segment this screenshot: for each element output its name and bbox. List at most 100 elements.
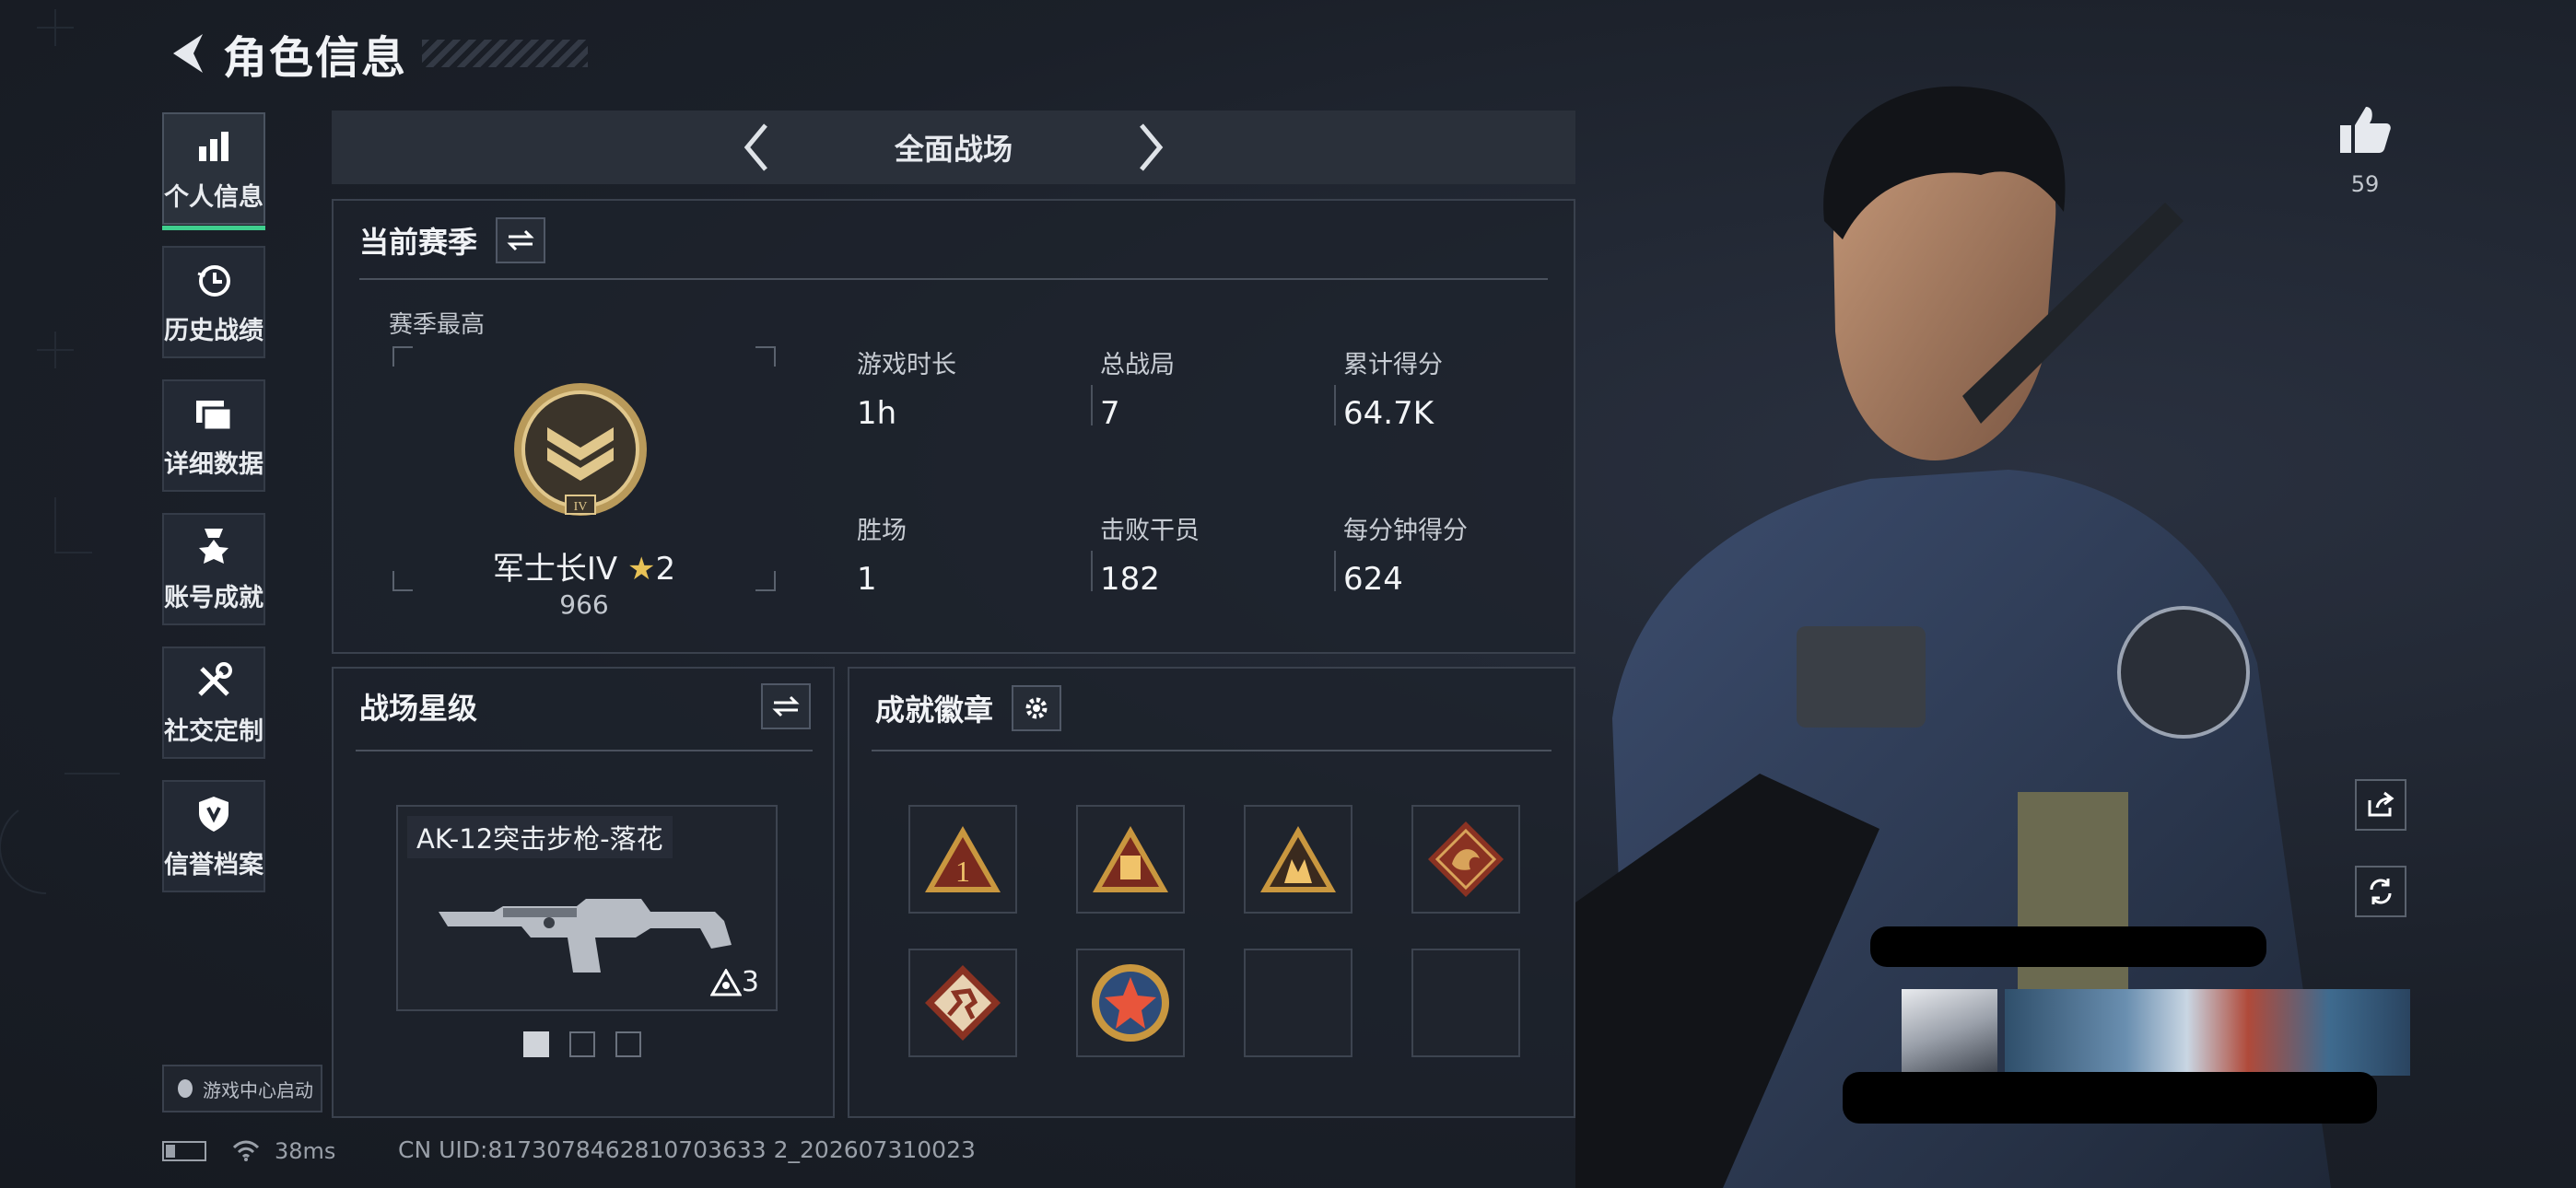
- weapon-card[interactable]: AK-12突击步枪-落花 3: [396, 805, 778, 1011]
- share-button[interactable]: [2355, 779, 2406, 831]
- rank-stars: 2: [655, 551, 676, 588]
- player-uid: CN UID:8173078462810703633 2_20260731002…: [398, 1136, 976, 1163]
- badge-settings-button[interactable]: [1012, 685, 1062, 731]
- rifle-image: [439, 899, 732, 973]
- redacted-info: [1843, 1072, 2377, 1124]
- panel-header: 战场星级: [359, 685, 477, 728]
- chevron-right-icon[interactable]: [1119, 115, 1184, 180]
- weapon-level-value: 3: [741, 966, 759, 998]
- badge-slot[interactable]: [1076, 949, 1185, 1057]
- player-banner[interactable]: [1902, 989, 2410, 1076]
- ping-value: 38ms: [275, 1138, 336, 1164]
- rank-name: 军士长IV ★2: [392, 543, 776, 588]
- weapon-name: AK-12突击步枪-落花: [407, 816, 673, 858]
- header: 角色信息: [164, 26, 589, 84]
- star-level-panel: 战场星级 AK-12突击步枪-落花 3: [332, 667, 835, 1118]
- swap-arrows-icon: [507, 229, 534, 251]
- stat-label: 总战局: [1100, 351, 1175, 379]
- page-dot[interactable]: [615, 1031, 641, 1057]
- stat-wins: 胜场 1: [857, 510, 1078, 598]
- bar-chart-icon: [193, 125, 235, 168]
- badge-slot[interactable]: [1411, 805, 1520, 914]
- badge-slot[interactable]: 1: [908, 805, 1017, 914]
- share-icon: [2368, 791, 2395, 817]
- weapon-star-level: 3: [709, 966, 759, 998]
- star-level-icon: [709, 968, 742, 996]
- medal-icon: [193, 526, 235, 568]
- rank-medal-icon: IV: [514, 383, 647, 516]
- battery-icon: [162, 1141, 206, 1161]
- sidebar-item-label: 信誉档案: [164, 850, 263, 879]
- badge-slot[interactable]: [1076, 805, 1185, 914]
- sidebar-item-history[interactable]: 历史战绩: [162, 246, 265, 358]
- stat-label: 每分钟得分: [1343, 517, 1468, 545]
- panel-header: 当前赛季: [359, 217, 546, 263]
- redacted-name: [1870, 926, 2266, 967]
- wifi-icon: [232, 1140, 260, 1161]
- sidebar-item-social[interactable]: 社交定制: [162, 646, 265, 759]
- star-icon: ★: [626, 551, 656, 588]
- avatar: [1902, 989, 1997, 1076]
- sidebar-item-achievements[interactable]: 账号成就: [162, 513, 265, 625]
- rank-1-badge-icon: 1: [925, 826, 1001, 892]
- stat-value: 624: [1343, 561, 1403, 598]
- sidebar-item-reputation[interactable]: 信誉档案: [162, 780, 265, 892]
- qq-penguin-icon: [178, 1079, 193, 1098]
- badge-slot-empty[interactable]: [1411, 949, 1520, 1057]
- stat-playtime: 游戏时长 1h: [857, 344, 1078, 432]
- divider: [359, 278, 1548, 280]
- switch-weapon-button[interactable]: [761, 683, 811, 729]
- folder-icon: [193, 392, 235, 435]
- switch-season-button[interactable]: [496, 217, 546, 263]
- history-clock-icon: [193, 259, 235, 301]
- back-arrow-icon[interactable]: [164, 28, 208, 79]
- chevron-left-icon[interactable]: [723, 115, 788, 180]
- mode-title: 全面战场: [894, 132, 1013, 167]
- launch-label: 游戏中心启动: [203, 1078, 313, 1101]
- badge-slot-empty[interactable]: [1244, 949, 1352, 1057]
- sidebar-item-details[interactable]: 详细数据: [162, 379, 265, 492]
- stat-value: 1h: [857, 395, 897, 432]
- banner-image: [2005, 989, 2410, 1076]
- achievement-badges-panel: 成就徽章 1: [848, 667, 1575, 1118]
- sidebar: 个人信息 历史战绩 详细数据 账号成就 社交定制 信誉档案: [162, 112, 265, 914]
- panel-title: 当前赛季: [359, 225, 478, 260]
- like-button[interactable]: 59: [2336, 105, 2394, 197]
- season-best-label: 赛季最高: [389, 311, 486, 339]
- pagination: [523, 1031, 641, 1057]
- badge-slot[interactable]: [1244, 805, 1352, 914]
- swap-arrows-icon: [772, 695, 800, 717]
- sidebar-item-label: 账号成就: [164, 583, 263, 612]
- badge-slot[interactable]: [908, 949, 1017, 1057]
- panel-title: 战场星级: [359, 691, 478, 726]
- squad-badge-icon: [1260, 826, 1336, 892]
- refresh-icon: [2370, 879, 2392, 904]
- stat-total-score: 累计得分 64.7K: [1334, 344, 1564, 432]
- status-bar: 38ms: [162, 1138, 335, 1164]
- title-decoration: [422, 40, 589, 67]
- sidebar-item-label: 历史战绩: [164, 316, 263, 345]
- sidebar-item-label: 个人信息: [164, 182, 263, 212]
- stat-total-matches: 总战局 7: [1091, 344, 1321, 432]
- game-center-launch-button[interactable]: 游戏中心启动: [162, 1065, 322, 1112]
- stat-label: 游戏时长: [857, 351, 956, 379]
- sidebar-item-label: 社交定制: [164, 716, 263, 746]
- svg-text:IV: IV: [574, 500, 588, 514]
- current-season-panel: 当前赛季 赛季最高 IV 军士长IV ★2 966 游戏时长 1h 总战局 7 …: [332, 199, 1575, 654]
- gear-icon: [1025, 697, 1048, 719]
- stat-score-per-minute: 每分钟得分 624: [1334, 510, 1564, 598]
- rank-title: 军士长IV: [492, 551, 618, 588]
- sidebar-item-label: 详细数据: [164, 449, 263, 479]
- star-emblem-badge-icon: [1092, 964, 1169, 1042]
- sidebar-item-personal-info[interactable]: 个人信息: [162, 112, 265, 230]
- panel-header: 成就徽章: [875, 685, 1062, 731]
- like-count: 59: [2350, 171, 2380, 197]
- page-title: 角色信息: [223, 32, 408, 84]
- stat-value: 7: [1100, 395, 1120, 432]
- page-dot[interactable]: [523, 1031, 549, 1057]
- page-dot[interactable]: [569, 1031, 595, 1057]
- dragon-badge-icon: [1428, 821, 1504, 897]
- divider: [872, 750, 1551, 751]
- refresh-button[interactable]: [2355, 866, 2406, 917]
- stat-kills: 击败干员 182: [1091, 510, 1321, 598]
